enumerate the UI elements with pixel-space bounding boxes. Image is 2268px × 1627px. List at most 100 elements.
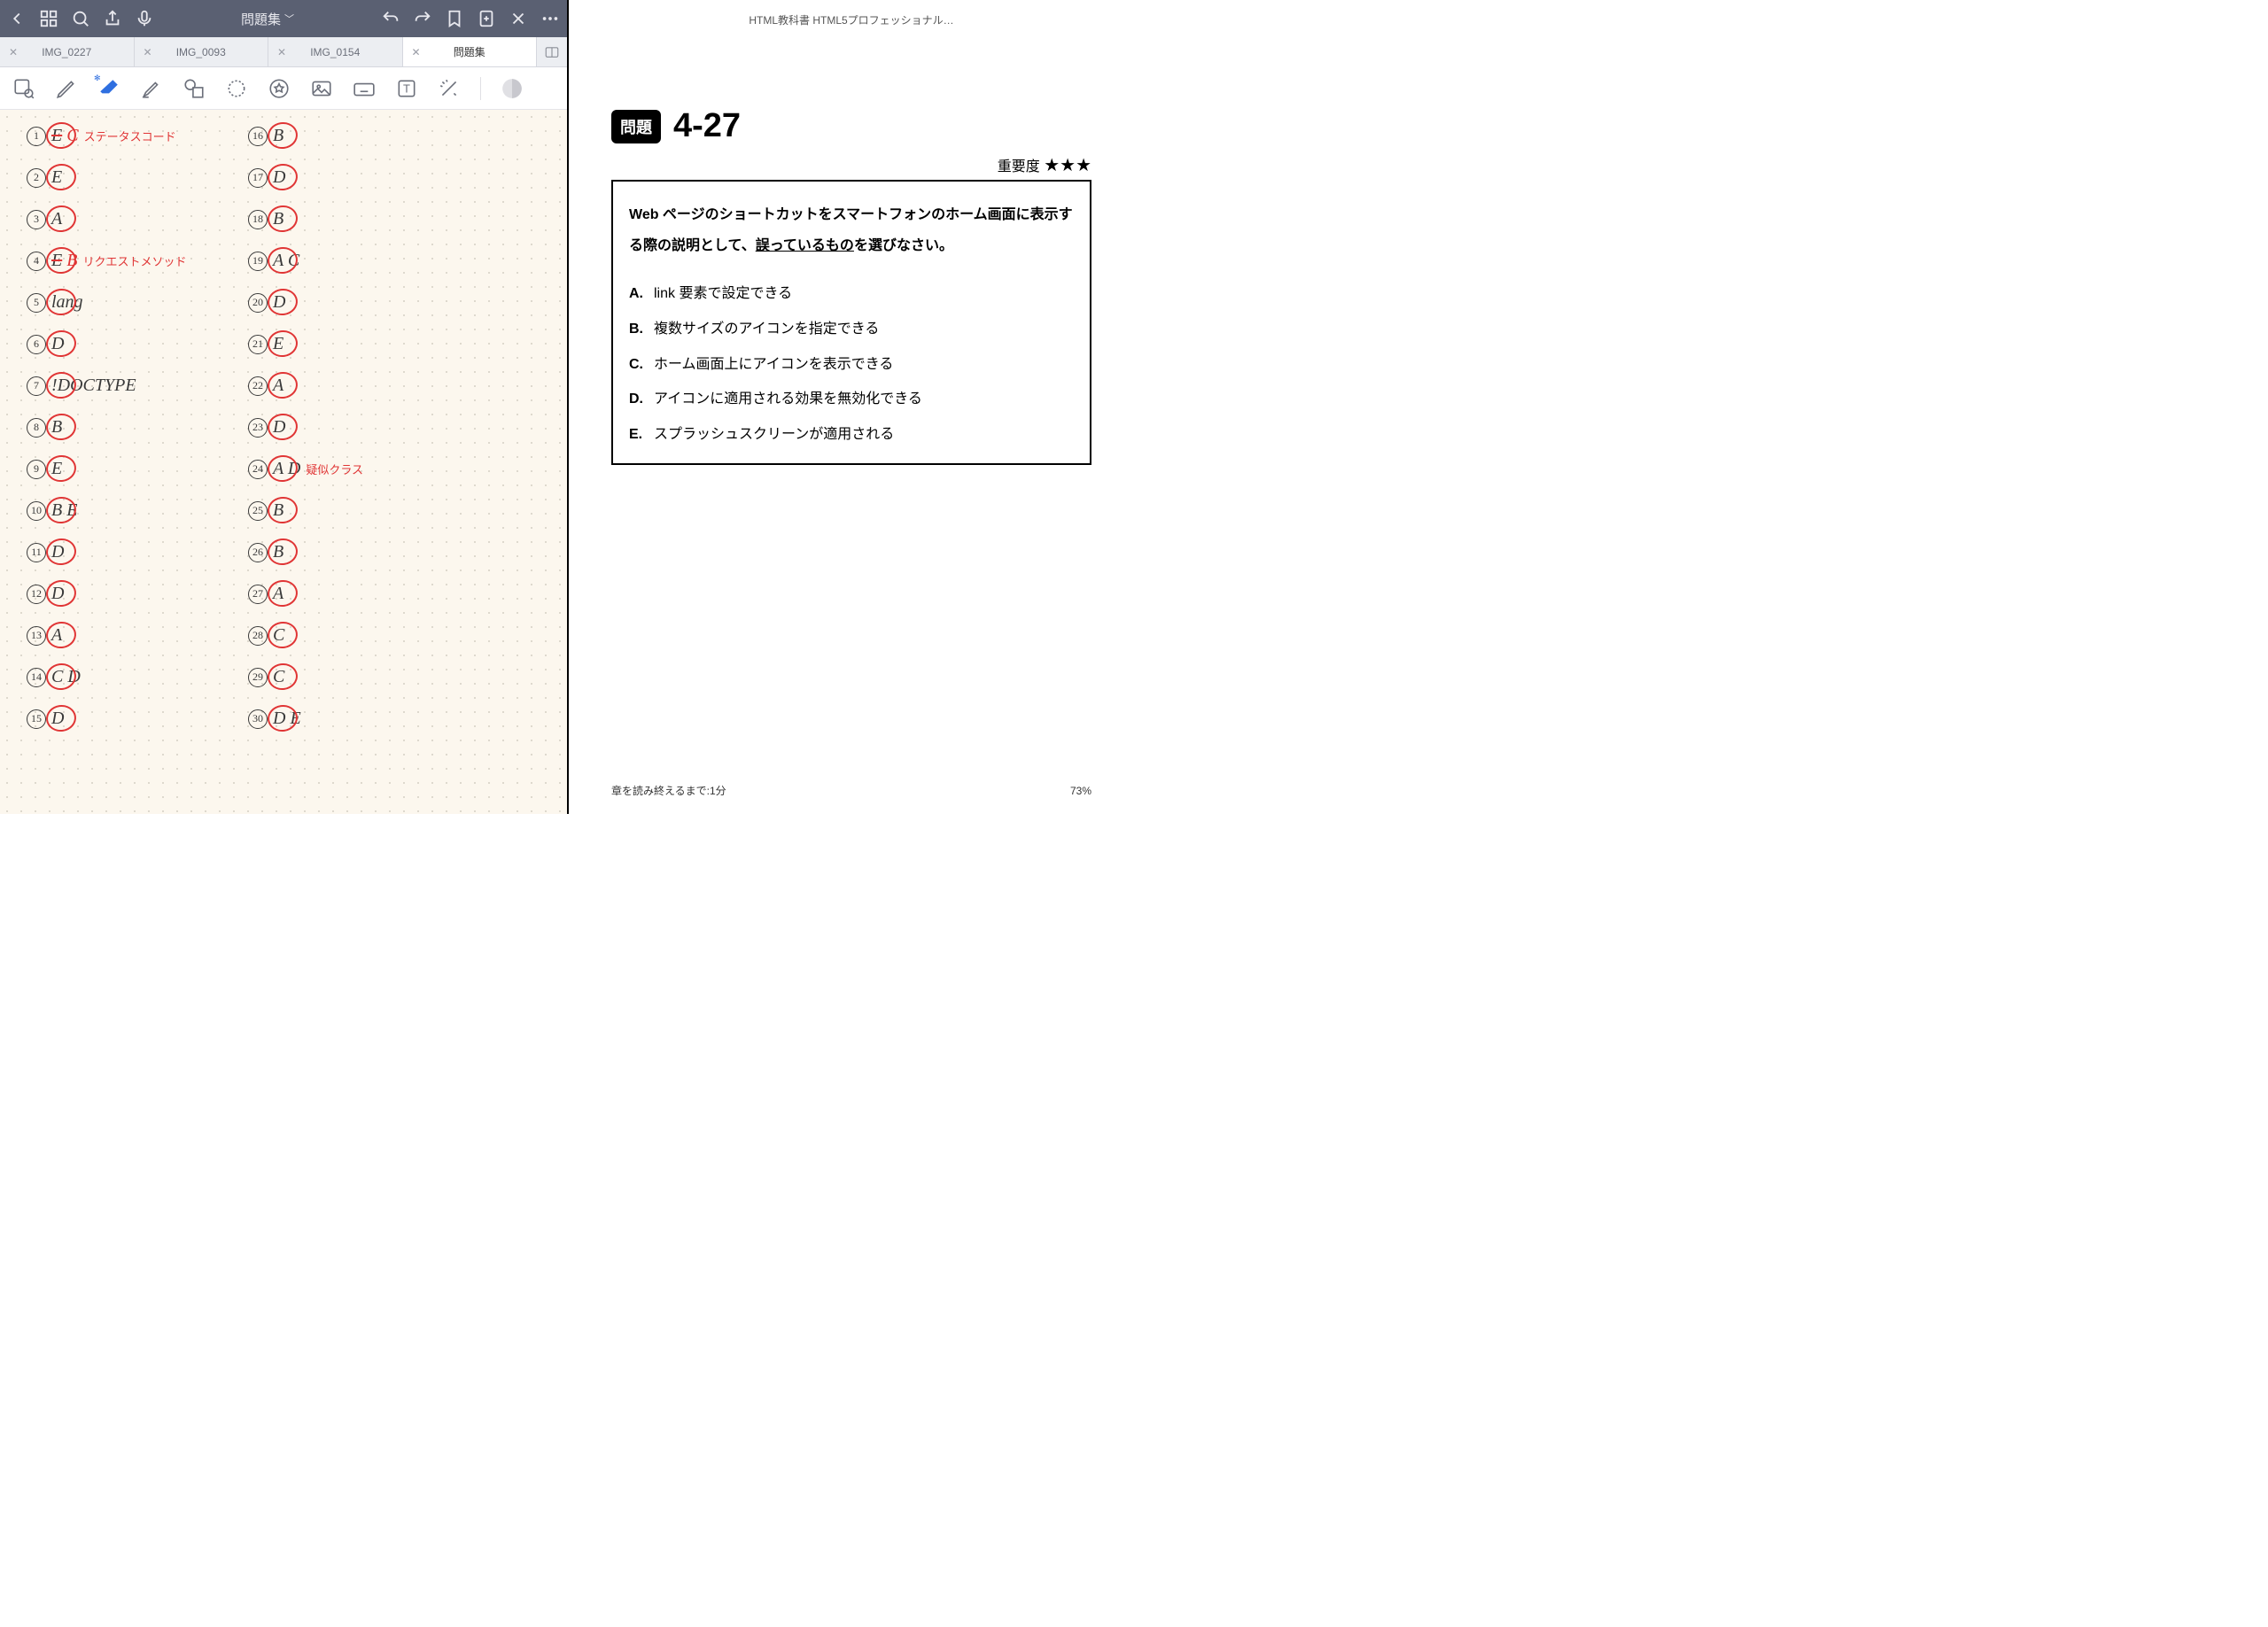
answer-number: 25 [248, 501, 268, 521]
pen-tool-icon[interactable] [55, 77, 78, 100]
reading-time: 章を読み終えるまで:1分 [611, 783, 726, 798]
choice-label: B. [629, 318, 654, 341]
answer-number: 9 [27, 460, 46, 479]
answer-value: B [51, 417, 62, 438]
book-footer: 章を読み終えるまで:1分 73% [569, 783, 1134, 814]
tab[interactable]: ✕ IMG_0154 [268, 37, 403, 66]
question-number: 4-27 [673, 107, 741, 145]
tab-close-icon[interactable]: ✕ [144, 46, 152, 58]
book-body[interactable]: 問題 4-27 重要度 ★★★ Web ページのショートカットをスマートフォンの… [569, 27, 1134, 783]
grid-icon[interactable] [39, 9, 58, 28]
highlighter-tool-icon[interactable] [140, 77, 163, 100]
color-swatch-icon[interactable] [501, 77, 524, 100]
answer-value: A [51, 625, 62, 646]
share-icon[interactable] [103, 9, 122, 28]
answer-row: 14C D [27, 667, 81, 687]
answer-value: D [273, 417, 285, 438]
tab[interactable]: ✕ IMG_0093 [135, 37, 269, 66]
tabs-bar: ✕ IMG_0227 ✕ IMG_0093 ✕ IMG_0154 ✕問題集 [0, 37, 567, 67]
document-title[interactable]: 問題集﹀ [241, 10, 294, 28]
answer-row: 21E [248, 334, 284, 354]
answer-number: 10 [27, 501, 46, 521]
stamp-tool-icon[interactable] [268, 77, 291, 100]
answer-number: 6 [27, 335, 46, 354]
answer-number: 16 [248, 127, 268, 146]
tab-label: IMG_0227 [42, 46, 91, 58]
answer-note: リクエストメソッド [82, 252, 186, 269]
answer-value: B E [51, 500, 77, 521]
answer-number: 5 [27, 293, 46, 313]
tab[interactable]: ✕問題集 [403, 37, 538, 66]
answer-row: 8B [27, 417, 62, 438]
add-page-icon[interactable] [477, 9, 496, 28]
redo-icon[interactable] [413, 9, 432, 28]
image-tool-icon[interactable] [310, 77, 333, 100]
answer-row: 29 C [248, 667, 284, 687]
tab-label: IMG_0093 [176, 46, 226, 58]
answer-row: 30D E [248, 709, 301, 729]
answer-row: 24A D疑似クラス [248, 459, 363, 479]
answer-row: 18B [248, 209, 284, 229]
zoom-tool-icon[interactable] [12, 77, 35, 100]
question-text: Web ページのショートカットをスマートフォンのホーム画面に表示する際の説明とし… [629, 199, 1074, 261]
close-icon[interactable] [509, 9, 528, 28]
answer-note: ステータスコード [84, 128, 176, 144]
choice-text: スプラッシュスクリーンが適用される [654, 423, 1074, 446]
split-view-icon[interactable] [537, 37, 567, 66]
tab-close-icon[interactable]: ✕ [412, 46, 421, 58]
mic-icon[interactable] [135, 9, 154, 28]
magic-tool-icon[interactable] [438, 77, 461, 100]
lasso-tool-icon[interactable] [225, 77, 248, 100]
answer-value: B [273, 542, 284, 562]
answer-number: 18 [248, 210, 268, 229]
answer-number: 11 [27, 543, 46, 562]
answer-value: lang [51, 292, 83, 313]
tab-close-icon[interactable]: ✕ [9, 46, 18, 58]
answer-number: 7 [27, 376, 46, 396]
answer-row: 4E Bリクエストメソッド [27, 251, 186, 271]
eraser-tool-icon[interactable]: ✻ [97, 77, 120, 100]
answer-value: E C [51, 126, 79, 146]
answer-value: A [273, 376, 284, 396]
star-icon: ★★★ [1044, 156, 1091, 175]
back-icon[interactable] [7, 9, 27, 28]
text-tool-icon[interactable]: T [395, 77, 418, 100]
answer-number: 3 [27, 210, 46, 229]
answer-number: 29 [248, 668, 268, 687]
undo-icon[interactable] [381, 9, 400, 28]
question-badge: 問題 [611, 110, 661, 143]
answer-value: C [273, 667, 284, 687]
importance-row: 重要度 ★★★ [611, 154, 1091, 176]
question-header: 問題 4-27 [611, 107, 1091, 145]
choice-text: ホーム画面上にアイコンを表示できる [654, 353, 1074, 376]
answer-row: 6D [27, 334, 64, 354]
answer-number: 12 [27, 585, 46, 604]
answer-value: E [273, 334, 284, 354]
answer-value: A D [273, 459, 300, 479]
search-icon[interactable] [71, 9, 90, 28]
choice-item: E.スプラッシュスクリーンが適用される [629, 423, 1074, 446]
answer-number: 19 [248, 252, 268, 271]
top-toolbar: 問題集﹀ [0, 0, 567, 37]
bookmark-icon[interactable] [445, 9, 464, 28]
shape-tool-icon[interactable] [183, 77, 206, 100]
handwriting-canvas[interactable]: 1E Cステータスコード2E3A4E Bリクエストメソッド5lang6D7!DO… [0, 110, 567, 814]
answer-row: 15D [27, 709, 64, 729]
answer-value: D [273, 167, 285, 188]
answer-number: 26 [248, 543, 268, 562]
choice-label: C. [629, 353, 654, 376]
answer-number: 15 [27, 709, 46, 729]
tab[interactable]: ✕ IMG_0227 [0, 37, 135, 66]
answer-note: 疑似クラス [306, 461, 363, 477]
answer-value: C D [51, 667, 81, 687]
chevron-down-icon: ﹀ [284, 12, 294, 26]
choice-text: アイコンに適用される効果を無効化できる [654, 388, 1074, 411]
tab-label: IMG_0154 [310, 46, 360, 58]
choice-item: A.link 要素で設定できる [629, 283, 1074, 306]
answer-number: 27 [248, 585, 268, 604]
answer-number: 20 [248, 293, 268, 313]
more-icon[interactable] [540, 9, 560, 28]
keyboard-tool-icon[interactable] [353, 77, 376, 100]
answer-value: D [51, 584, 64, 604]
tab-close-icon[interactable]: ✕ [277, 46, 286, 58]
